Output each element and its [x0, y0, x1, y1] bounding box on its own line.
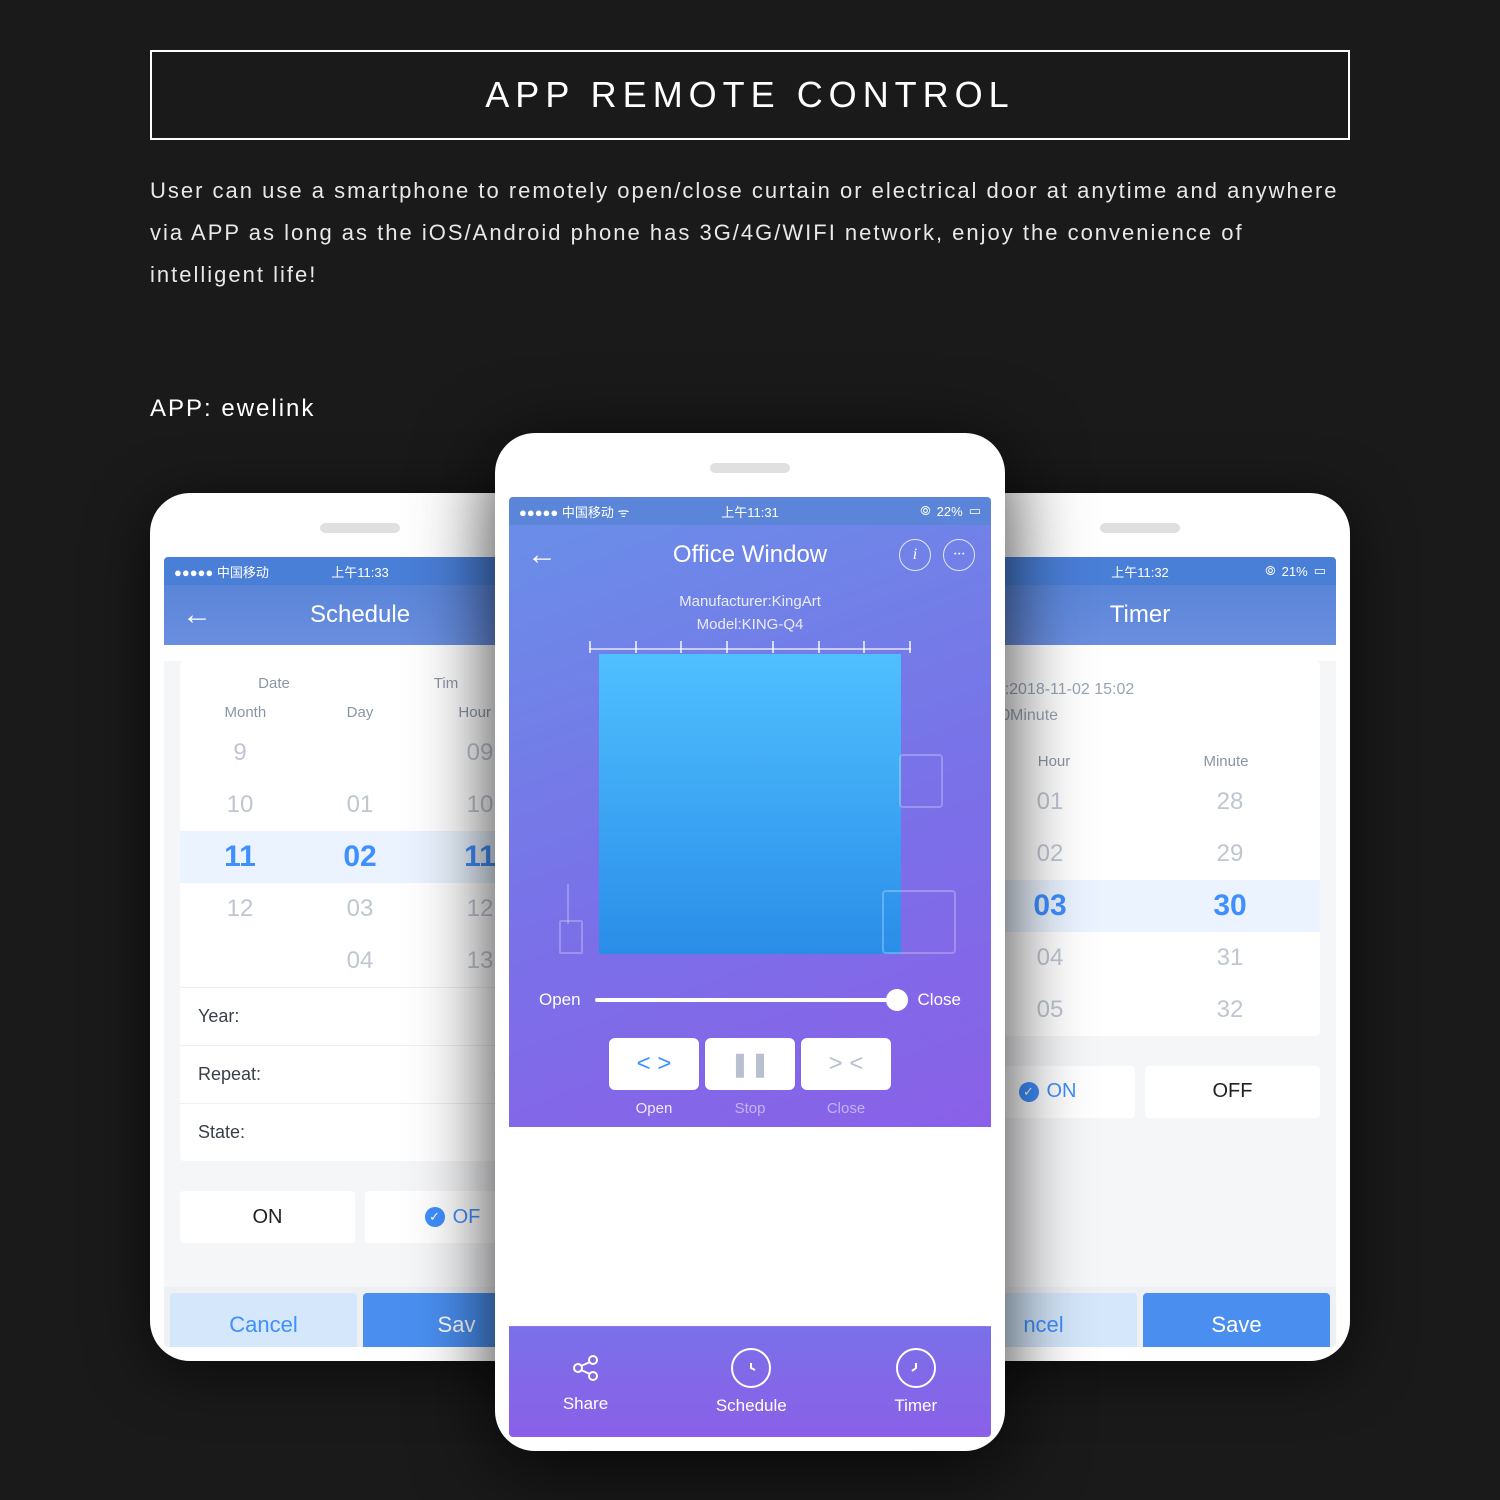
- state-on-button[interactable]: ON: [180, 1191, 355, 1243]
- slider-close-label: Close: [918, 990, 961, 1010]
- lock-icon: ⦾: [920, 503, 930, 519]
- screen-title: Schedule: [310, 601, 410, 629]
- clock: 上午11:32: [1111, 562, 1169, 581]
- battery-icon: ▭: [969, 503, 981, 519]
- save-button[interactable]: Save: [1143, 1293, 1330, 1347]
- clock: 上午11:33: [331, 562, 389, 581]
- check-icon: ✓: [425, 1207, 445, 1227]
- lock-icon: ⦾: [1265, 563, 1275, 579]
- row-state: State:: [180, 1103, 540, 1161]
- screen-title: Timer: [1110, 601, 1170, 629]
- frame-icon: [899, 754, 943, 808]
- phone-speaker: [710, 463, 790, 473]
- col-minute: Minute: [1140, 753, 1312, 770]
- time-picker[interactable]: 01 02 03 04 05 28 29 30 31: [960, 776, 1320, 1036]
- position-slider[interactable]: [595, 998, 904, 1002]
- col-month: Month: [188, 704, 303, 721]
- share-icon: [568, 1350, 604, 1386]
- close-label: Close: [801, 1100, 891, 1117]
- phone-device: ●●●●● 中国移动 ᯤ 上午11:31 ⦾ 22% ▭ ← Office Wind…: [495, 433, 1005, 1451]
- stop-button[interactable]: ❚❚: [705, 1038, 795, 1090]
- device-meta: Manufacturer:KingArt Model:KING-Q4: [509, 591, 991, 636]
- info-icon[interactable]: i: [899, 539, 931, 571]
- curtain-illustration: [539, 644, 961, 974]
- device-title: Office Window: [673, 541, 827, 569]
- battery-level: 21%: [1282, 564, 1308, 579]
- tab-bar: Share Schedule Timer: [509, 1326, 991, 1437]
- tab-date[interactable]: Date: [188, 675, 360, 692]
- state-off-button[interactable]: OFF: [1145, 1066, 1320, 1118]
- open-label: Open: [609, 1100, 699, 1117]
- carrier: ●●●●● 中国移动: [174, 562, 269, 581]
- tab-share[interactable]: Share: [563, 1350, 608, 1414]
- carrier: ●●●●● 中国移动 ᯤ: [519, 502, 629, 521]
- tab-timer[interactable]: Timer: [894, 1348, 937, 1416]
- app-label: APP: ewelink: [150, 395, 1350, 423]
- dresser-icon: [882, 890, 956, 954]
- row-year[interactable]: Year:Th: [180, 987, 540, 1045]
- status-bar: ●●●●● 中国移动 ᯤ 上午11:31 ⦾ 22% ▭: [509, 497, 991, 525]
- check-icon: ✓: [1019, 1082, 1039, 1102]
- battery-icon: ▭: [1314, 563, 1326, 579]
- col-day: Day: [303, 704, 418, 721]
- phone-speaker: [1100, 523, 1180, 533]
- clock: 上午11:31: [721, 502, 779, 521]
- plant-icon: [549, 874, 589, 954]
- clock-icon: [731, 1348, 771, 1388]
- battery-level: 22%: [937, 504, 963, 519]
- close-button[interactable]: > <: [801, 1038, 891, 1090]
- phone-speaker: [320, 523, 400, 533]
- page-description: User can use a smartphone to remotely op…: [150, 170, 1350, 295]
- timer-icon: [896, 1348, 936, 1388]
- phones-row: ●●●●● 中国移动 上午11:33 ᯤ ← Schedule Date Tim: [150, 433, 1350, 1313]
- cancel-button[interactable]: Cancel: [170, 1293, 357, 1347]
- back-icon[interactable]: ←: [527, 540, 557, 570]
- timer-info: n at:2018-11-02 15:02 ur30Minute: [960, 661, 1320, 738]
- more-icon[interactable]: ···: [943, 539, 975, 571]
- open-button[interactable]: < >: [609, 1038, 699, 1090]
- tab-schedule[interactable]: Schedule: [716, 1348, 787, 1416]
- back-icon[interactable]: ←: [182, 600, 212, 630]
- slider-open-label: Open: [539, 990, 581, 1010]
- nav-bar: ← Office Window i ···: [509, 525, 991, 585]
- row-repeat[interactable]: Repeat:Onl: [180, 1045, 540, 1103]
- page-title: APP REMOTE CONTROL: [150, 50, 1350, 140]
- date-picker[interactable]: 9 10 11 12 01 02 03 04: [180, 727, 540, 987]
- stop-label: Stop: [705, 1100, 795, 1117]
- slider-thumb[interactable]: [886, 989, 908, 1011]
